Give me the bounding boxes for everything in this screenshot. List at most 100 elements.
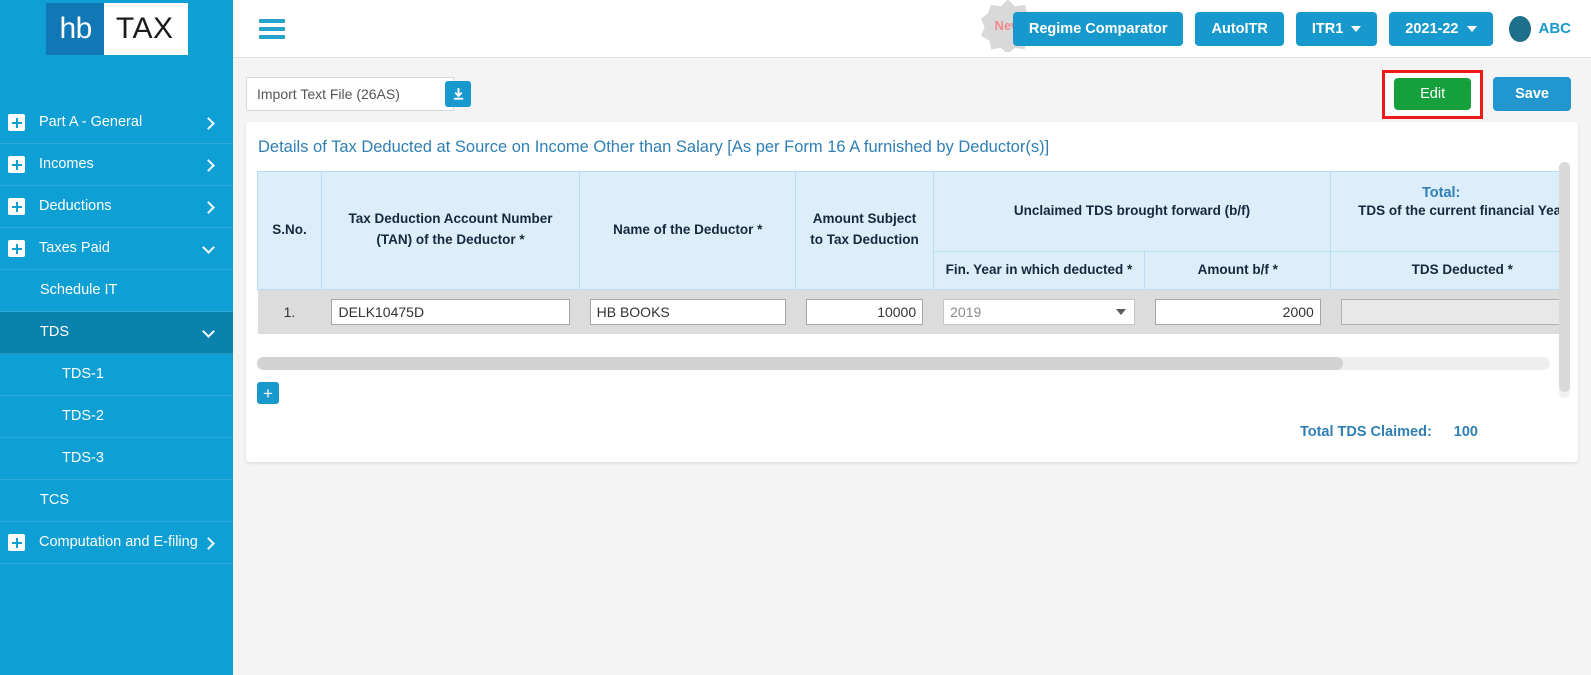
plus-box-icon [8,240,25,257]
sidebar-item-part-a-general[interactable]: Part A - General [0,102,233,144]
edit-button[interactable]: Edit [1394,77,1472,110]
brand-logo[interactable]: hb TAX [0,0,233,58]
th-fin-year-deducted: Fin. Year in which deducted * [932,250,1146,290]
topbar: New Regime Comparator AutoITR ITR1 2021-… [233,0,1591,58]
user-menu[interactable]: ABC [1508,15,1572,42]
table-scroll-container[interactable]: S.No. Tax Deduction Account Number (TAN)… [257,171,1567,356]
assessment-year-dropdown[interactable]: 2021-22 [1389,11,1493,46]
sidebar-item-tds-1[interactable]: TDS-1 [0,354,233,396]
plus-box-icon [8,198,25,215]
sidebar-item-label: TDS-3 [62,449,104,466]
fin-year-value: 2019 [950,303,982,320]
cell-tan [321,289,580,334]
app-root: hb TAX Part A - General Incomes Deductio… [0,0,1591,675]
cell-fin-year: 2019 [933,289,1145,334]
cell-amount-bf [1144,289,1331,334]
save-button[interactable]: Save [1493,77,1571,111]
fin-year-select[interactable]: 2019 [943,298,1135,325]
total-tds-claimed-value: 100 [1453,424,1478,440]
chevron-down-icon [203,327,215,339]
table-horizontal-scrollbar[interactable] [257,357,1550,370]
th-deductor-name: Name of the Deductor * [579,171,797,290]
amount-subject-input[interactable] [805,298,924,325]
sidebar-item-tcs[interactable]: TCS [0,480,233,522]
logo: hb TAX [45,3,188,55]
th-tds-deducted: TDS Deducted * [1330,250,1567,290]
hamburger-icon[interactable] [259,18,285,39]
page-title: Details of Tax Deducted at Source on Inc… [258,138,1050,156]
sidebar-item-label: Taxes Paid [39,239,110,256]
table-row: 1. 2019 [257,289,1567,334]
scrollbar-thumb[interactable] [1559,162,1570,392]
form-type-dropdown[interactable]: ITR1 [1295,11,1378,46]
total-tds-claimed-label: Total TDS Claimed: [1299,424,1432,440]
regime-comparator-wrap: New Regime Comparator [980,0,1184,52]
sidebar-item-label: Incomes [39,155,94,172]
user-name: ABC [1538,20,1572,37]
sidebar-item-tds[interactable]: TDS [0,312,233,354]
sidebar-nav: Part A - General Incomes Deductions Taxe… [0,58,233,564]
download-icon[interactable] [445,81,471,107]
th-amount-subject: Amount Subject to Tax Deduction [795,171,934,290]
logo-tax-text: TAX [103,3,188,55]
tds-table: S.No. Tax Deduction Account Number (TAN)… [257,171,1567,334]
import-text-file-label: Import Text File (26AS) [257,86,400,102]
tds-card: Details of Tax Deducted at Source on Inc… [246,122,1578,462]
sidebar-item-label: Part A - General [39,113,143,130]
import-text-file-field[interactable]: Import Text File (26AS) [246,77,471,111]
add-row-button[interactable]: + [257,382,279,404]
logo-hb-text: hb [45,3,104,55]
chevron-right-icon [203,159,215,171]
th-unclaimed-tds-bf: Unclaimed TDS brought forward (b/f) [932,171,1332,252]
sidebar-item-taxes-paid[interactable]: Taxes Paid [0,228,233,270]
topbar-actions: New Regime Comparator AutoITR ITR1 2021-… [980,0,1591,52]
sidebar-item-label: Schedule IT [40,281,118,298]
main-content: Import Text File (26AS) Edit Save Detail… [233,58,1591,675]
sidebar-item-label: Computation and E-filing [39,533,198,550]
sidebar-item-schedule-it[interactable]: Schedule IT [0,270,233,312]
deductor-name-input[interactable] [589,298,786,325]
th-amount-bf: Amount b/f * [1144,250,1332,290]
th-sno: S.No. [257,171,322,290]
chevron-right-icon [203,201,215,213]
hamburger-bar [259,26,285,31]
content-toolbar: Import Text File (26AS) Edit Save [233,58,1591,119]
cell-tds-deducted [1330,289,1567,334]
assessment-year-value: 2021-22 [1405,20,1459,37]
chevron-down-icon [203,243,215,255]
sidebar: hb TAX Part A - General Incomes Deductio… [0,0,233,675]
chevron-right-icon [203,537,215,549]
form-type-value: ITR1 [1311,20,1344,37]
cell-amount-subject [795,289,934,334]
hamburger-bar [259,34,285,39]
auto-itr-button[interactable]: AutoITR [1195,11,1284,46]
cell-deductor-name [579,289,796,334]
sidebar-item-tds-2[interactable]: TDS-2 [0,396,233,438]
avatar [1508,15,1531,42]
sidebar-item-incomes[interactable]: Incomes [0,144,233,186]
table-vertical-scrollbar[interactable] [1559,162,1570,398]
regime-comparator-button[interactable]: Regime Comparator [1012,11,1184,46]
total-tds-claimed: Total TDS Claimed: 100 [1300,424,1478,440]
total-label: Total: [1422,185,1461,201]
toolbar-right-actions: Edit Save [1382,69,1571,119]
plus-box-icon [8,114,25,131]
chevron-down-icon [1115,308,1126,315]
tan-input[interactable] [331,298,570,325]
plus-box-icon [8,534,25,551]
sidebar-item-deductions[interactable]: Deductions [0,186,233,228]
hamburger-bar [259,18,285,23]
sidebar-item-label: Deductions [39,197,112,214]
sidebar-item-label: TDS-1 [62,365,104,382]
plus-box-icon [8,156,25,173]
amount-bf-input[interactable] [1154,298,1321,325]
sidebar-item-tds-3[interactable]: TDS-3 [0,438,233,480]
sidebar-item-label: TDS [40,323,69,340]
tds-deducted-input[interactable] [1340,298,1567,325]
table-head: S.No. Tax Deduction Account Number (TAN)… [257,171,1567,290]
sidebar-item-label: TDS-2 [62,407,104,424]
sidebar-item-computation-and-e-filing[interactable]: Computation and E-filing [0,522,233,564]
table-header-row-top: S.No. Tax Deduction Account Number (TAN)… [257,171,1567,290]
th-tan: Tax Deduction Account Number (TAN) of th… [320,171,581,290]
scrollbar-thumb[interactable] [257,357,1344,370]
